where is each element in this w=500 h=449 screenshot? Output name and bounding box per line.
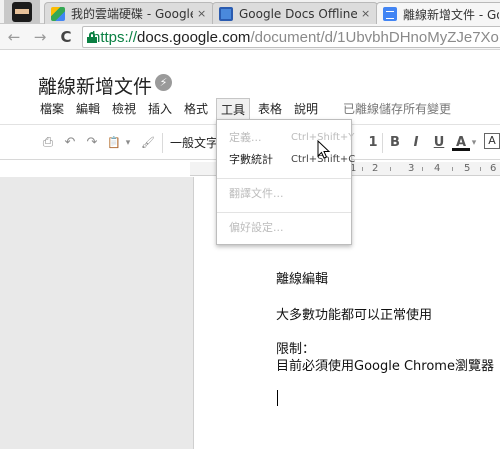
menu-item-label: 翻譯文件... xyxy=(229,187,284,200)
paste-icon[interactable]: 📋 xyxy=(106,134,122,152)
font-size-select[interactable]: 1 xyxy=(368,134,378,152)
redo-icon[interactable]: ↷ xyxy=(84,134,100,152)
drive-icon xyxy=(51,6,65,21)
toolbar-divider xyxy=(162,133,163,153)
ruler-tick xyxy=(480,167,481,171)
bold-button[interactable]: B xyxy=(388,134,402,152)
ruler-tick xyxy=(390,167,391,171)
avatar-face xyxy=(15,9,29,14)
mouse-pointer-icon xyxy=(317,140,331,159)
text-caret xyxy=(277,390,278,406)
menu-help[interactable]: 說明 xyxy=(292,98,320,120)
paint-format-icon[interactable]: 🖌 xyxy=(140,134,156,152)
chevron-down-icon[interactable]: ▾ xyxy=(124,134,132,152)
menu-table[interactable]: 表格 xyxy=(256,98,284,120)
back-icon[interactable]: ← xyxy=(4,27,24,47)
url-scheme: https:// xyxy=(92,28,138,46)
paragraph-style-select[interactable]: 一般文字 xyxy=(170,134,218,152)
menu-insert[interactable]: 插入 xyxy=(146,98,174,120)
browser-tab-strip: 我的雲端硬碟 - Google 雲 × Google Docs Offline … xyxy=(0,0,500,25)
text-color-swatch xyxy=(452,148,470,151)
menu-divider xyxy=(217,178,351,179)
document-line[interactable]: 離線編輯 xyxy=(276,268,328,287)
print-icon[interactable]: ⎙ xyxy=(40,134,56,152)
menu-item-preferences[interactable]: 偏好設定... xyxy=(217,218,351,238)
reload-icon[interactable]: C xyxy=(56,27,76,47)
menu-item-label: 字數統計 xyxy=(229,153,273,166)
ruler-number: 5 xyxy=(464,163,471,174)
tab-title: 我的雲端硬碟 - Google 雲 xyxy=(71,7,193,21)
tab-title: 離線新增文件 - Google xyxy=(403,7,499,22)
ruler-tick xyxy=(422,167,423,171)
menu-item-label: 定義... xyxy=(229,131,262,144)
browser-tab-docs[interactable]: 離線新增文件 - Google xyxy=(376,2,500,25)
italic-button[interactable]: I xyxy=(410,134,422,152)
menu-file[interactable]: 檔案 xyxy=(38,98,66,120)
ruler-number: 4 xyxy=(434,163,441,174)
menu-tools[interactable]: 工具 xyxy=(216,98,251,120)
underline-button[interactable]: U xyxy=(432,134,446,152)
menu-divider xyxy=(217,212,351,213)
url-path: /document/d/1UbvbhDHnoMyZJe7XoNSS xyxy=(250,28,500,46)
offline-icon xyxy=(219,6,233,21)
menu-view[interactable]: 檢視 xyxy=(110,98,138,120)
chevron-down-icon[interactable]: ▾ xyxy=(470,134,478,152)
document-line[interactable]: 大多數功能都可以正常使用 xyxy=(276,304,432,323)
document-line[interactable]: 目前必須使用Google Chrome瀏覽器 xyxy=(276,355,494,374)
document-title[interactable]: 離線新增文件 xyxy=(38,72,152,99)
docs-icon xyxy=(383,7,397,21)
ruler-number: 3 xyxy=(408,163,415,174)
forward-icon[interactable]: → xyxy=(30,27,50,47)
url-host: docs.google.com xyxy=(137,28,251,46)
menu-format[interactable]: 格式 xyxy=(182,98,210,120)
ruler-tick xyxy=(362,167,363,171)
tab-title: Google Docs Offline xyxy=(239,6,357,21)
toolbar-divider xyxy=(382,133,383,153)
menu-item-translate[interactable]: 翻譯文件... xyxy=(217,184,351,204)
menu-edit[interactable]: 編輯 xyxy=(74,98,102,120)
browser-tab-drive[interactable]: 我的雲端硬碟 - Google 雲 × xyxy=(44,2,214,24)
ruler-number: 6 xyxy=(490,163,497,174)
close-icon[interactable]: × xyxy=(361,7,371,20)
tools-dropdown-menu: 定義... Ctrl+Shift+Y 字數統計 Ctrl+Shift+C 翻譯文… xyxy=(216,119,355,245)
address-bar[interactable]: https://docs.google.com/document/d/1Ubvb… xyxy=(82,26,500,48)
browser-tab-offline[interactable]: Google Docs Offline × xyxy=(212,2,378,24)
profile-avatar[interactable] xyxy=(4,0,40,24)
highlight-color-button[interactable]: A xyxy=(484,133,500,149)
save-status[interactable]: 已離線儲存所有變更 xyxy=(343,98,451,120)
undo-icon[interactable]: ↶ xyxy=(62,134,78,152)
offline-status-icon[interactable]: ⚡ xyxy=(155,74,172,91)
url-text: https://docs.google.com/document/d/1Ubvb… xyxy=(92,29,500,46)
ruler-tick xyxy=(452,167,453,171)
close-icon[interactable]: × xyxy=(197,7,207,20)
ruler-number: 2 xyxy=(372,163,379,174)
browser-toolbar: ← → C https://docs.google.com/document/d… xyxy=(0,24,500,50)
menu-item-label: 偏好設定... xyxy=(229,221,284,234)
